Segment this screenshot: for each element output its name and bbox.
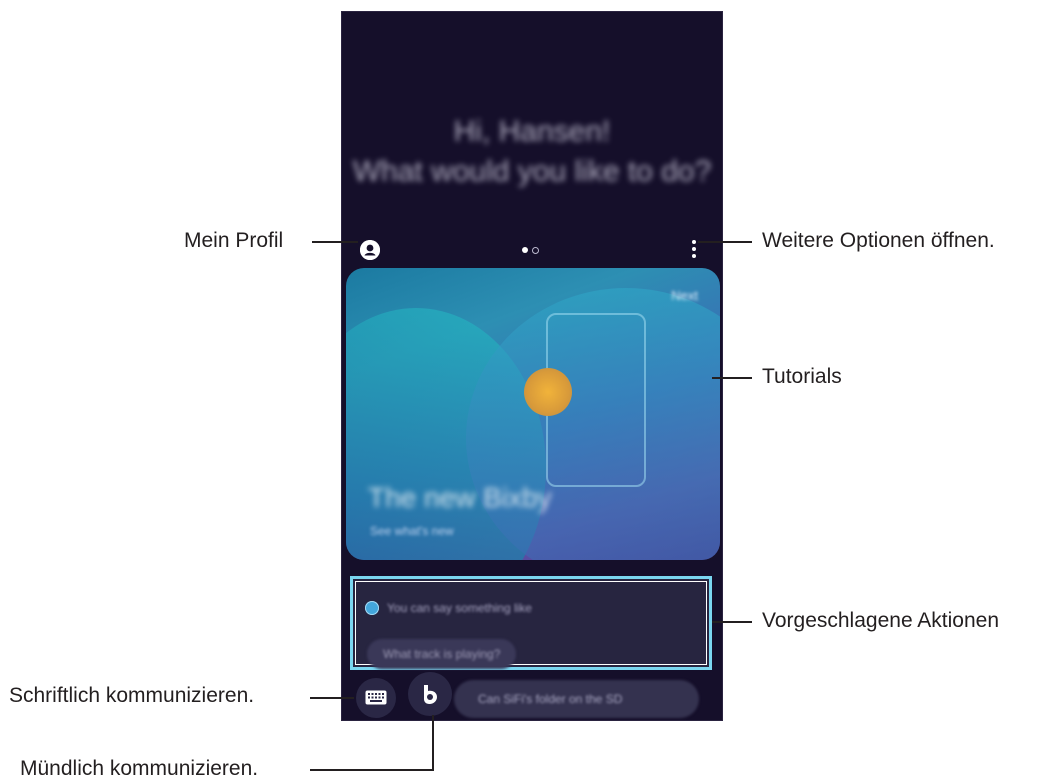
page-indicator	[522, 247, 543, 265]
callout-line-speak-v	[432, 715, 434, 771]
keyboard-button[interactable]	[356, 678, 396, 718]
more-options-button[interactable]	[690, 240, 698, 260]
callout-line-speak-h	[310, 769, 434, 771]
suggestion-intro: You can say something like	[387, 601, 532, 615]
voice-input-hint[interactable]: Can SiFi's folder on the SD	[454, 680, 699, 718]
profile-icon	[360, 240, 380, 260]
greeting-name: Hi, Hansen!	[453, 115, 611, 148]
voice-button[interactable]	[408, 672, 452, 716]
bottom-bar: Can SiFi's folder on the SD	[342, 672, 722, 720]
page-dot-active	[522, 247, 528, 253]
suggestion-chip[interactable]: What track is playing?	[367, 639, 517, 669]
page-dot-inactive	[532, 247, 539, 254]
tutorial-title: The new Bixby	[368, 482, 552, 513]
callout-write: Schriftlich kommunizieren.	[9, 684, 255, 707]
callout-line-suggested	[712, 621, 752, 623]
callout-line-more	[698, 241, 752, 243]
keyboard-icon	[365, 690, 387, 705]
greeting: Hi, Hansen! What would you like to do?	[342, 112, 722, 192]
bixby-suggest-icon	[365, 601, 379, 615]
callout-line-tutorials	[712, 377, 752, 379]
bixby-home-screen: Hi, Hansen! What would you like to do? N…	[342, 12, 722, 720]
callout-suggested-actions: Vorgeschlagene Aktionen	[762, 609, 1000, 632]
callout-line-profile	[312, 241, 358, 243]
profile-button[interactable]	[360, 240, 380, 260]
greeting-question: What would you like to do?	[352, 155, 712, 188]
more-vertical-icon	[690, 240, 698, 258]
top-bar	[342, 232, 722, 268]
bixby-icon	[424, 685, 437, 704]
tutorial-card[interactable]: Next The new Bixby See what's new	[346, 268, 720, 560]
callout-profile: Mein Profil	[184, 229, 284, 252]
tutorial-subtitle: See what's new	[370, 524, 454, 538]
callout-more-options: Weitere Optionen öffnen.	[762, 229, 995, 252]
callout-speak: Mündlich kommunizieren.	[20, 757, 259, 780]
callout-tutorials: Tutorials	[762, 365, 842, 388]
callout-line-write	[310, 697, 354, 699]
suggested-actions-panel: You can say something like What track is…	[350, 576, 712, 670]
tutorial-next-link[interactable]: Next	[671, 288, 698, 303]
card-illustration-orb	[524, 368, 572, 416]
